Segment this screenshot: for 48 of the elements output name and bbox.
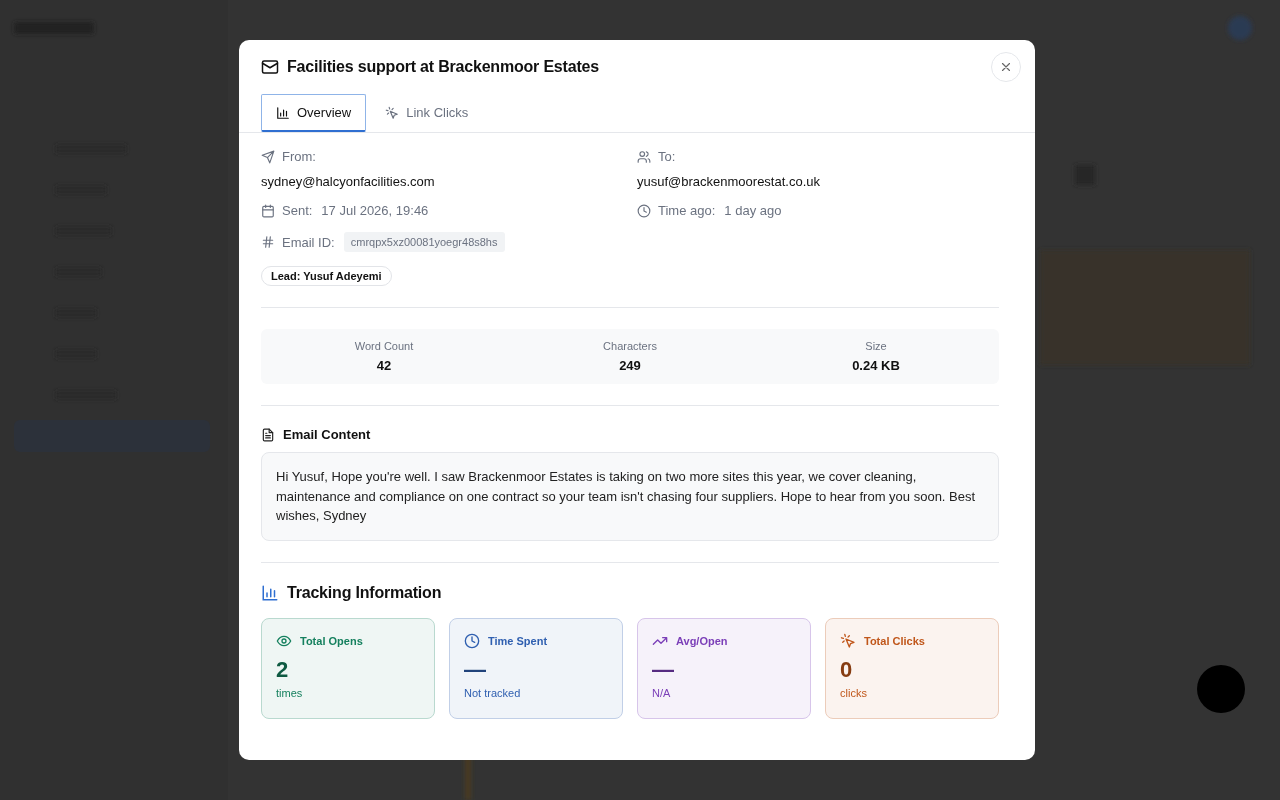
close-icon [999,60,1013,74]
metric-unit: Not tracked [464,686,522,699]
metric-label: Avg/Open [676,634,728,647]
email-body: Hi Yusuf, Hope you're well. I saw Brackenmoor Estates is taking on two more sites this year, we cover cleaning, maintenance and compliance on one contract so your team isn't chasing four suppliers. Hope to hear from you soon. Best wishes, Sydney [261,452,999,541]
tab[interactable]: Overview [261,94,367,132]
document-icon [261,427,275,442]
metric-value: 2 [276,656,290,683]
mail-icon [261,58,279,76]
metric-value: — [652,656,675,683]
field-label: To: [658,149,676,164]
click-pointer-icon [385,105,400,120]
field-label: Email ID: [282,234,335,250]
clock-icon [464,632,480,649]
metric-unit: times [276,686,304,699]
section-heading: Tracking Information [287,583,442,602]
metric-label: Time Spent [488,634,548,647]
hash-icon [261,235,275,249]
email-address: yusuf@brackenmoorestat.co.uk [637,174,821,189]
metric-label: Total Clicks [864,634,925,647]
field-value: 17 Jul 2026, 19:46 [321,203,429,218]
metric-label: Total Opens [300,634,363,647]
stat-value: 249 [619,358,641,373]
stat-value: 42 [376,358,392,373]
bar-chart-icon [276,105,290,120]
email-address: sydney@halcyonfacilities.com [261,174,436,189]
field-value: 1 day ago [724,203,782,218]
calendar-icon [261,203,275,218]
bar-chart-icon [261,583,279,602]
dialog-title: Facilities support at Brackenmoor Estates [287,58,599,76]
click-pointer-icon [840,632,856,649]
field-label: From: [282,149,316,164]
metric-unit: N/A [652,686,672,699]
field-label: Time ago: [658,203,716,218]
close-button[interactable] [991,52,1021,82]
metric-value: 0 [840,656,854,683]
stat-label: Word Count [354,340,414,352]
tab[interactable]: Link Clicks [370,94,484,132]
metric-unit: clicks [840,686,868,699]
metric-value: — [464,656,487,683]
send-icon [261,149,275,164]
stat-label: Characters [603,340,657,352]
field-label: Sent: [282,203,313,218]
clock-icon [637,203,651,218]
section-heading: Email Content [283,427,371,442]
users-icon [637,149,651,164]
stat-value: 0.24 KB [852,358,900,373]
stat-label: Size [865,340,887,352]
email-id-code: cmrqpx5xz00081yoegr48s8hs [343,232,505,252]
